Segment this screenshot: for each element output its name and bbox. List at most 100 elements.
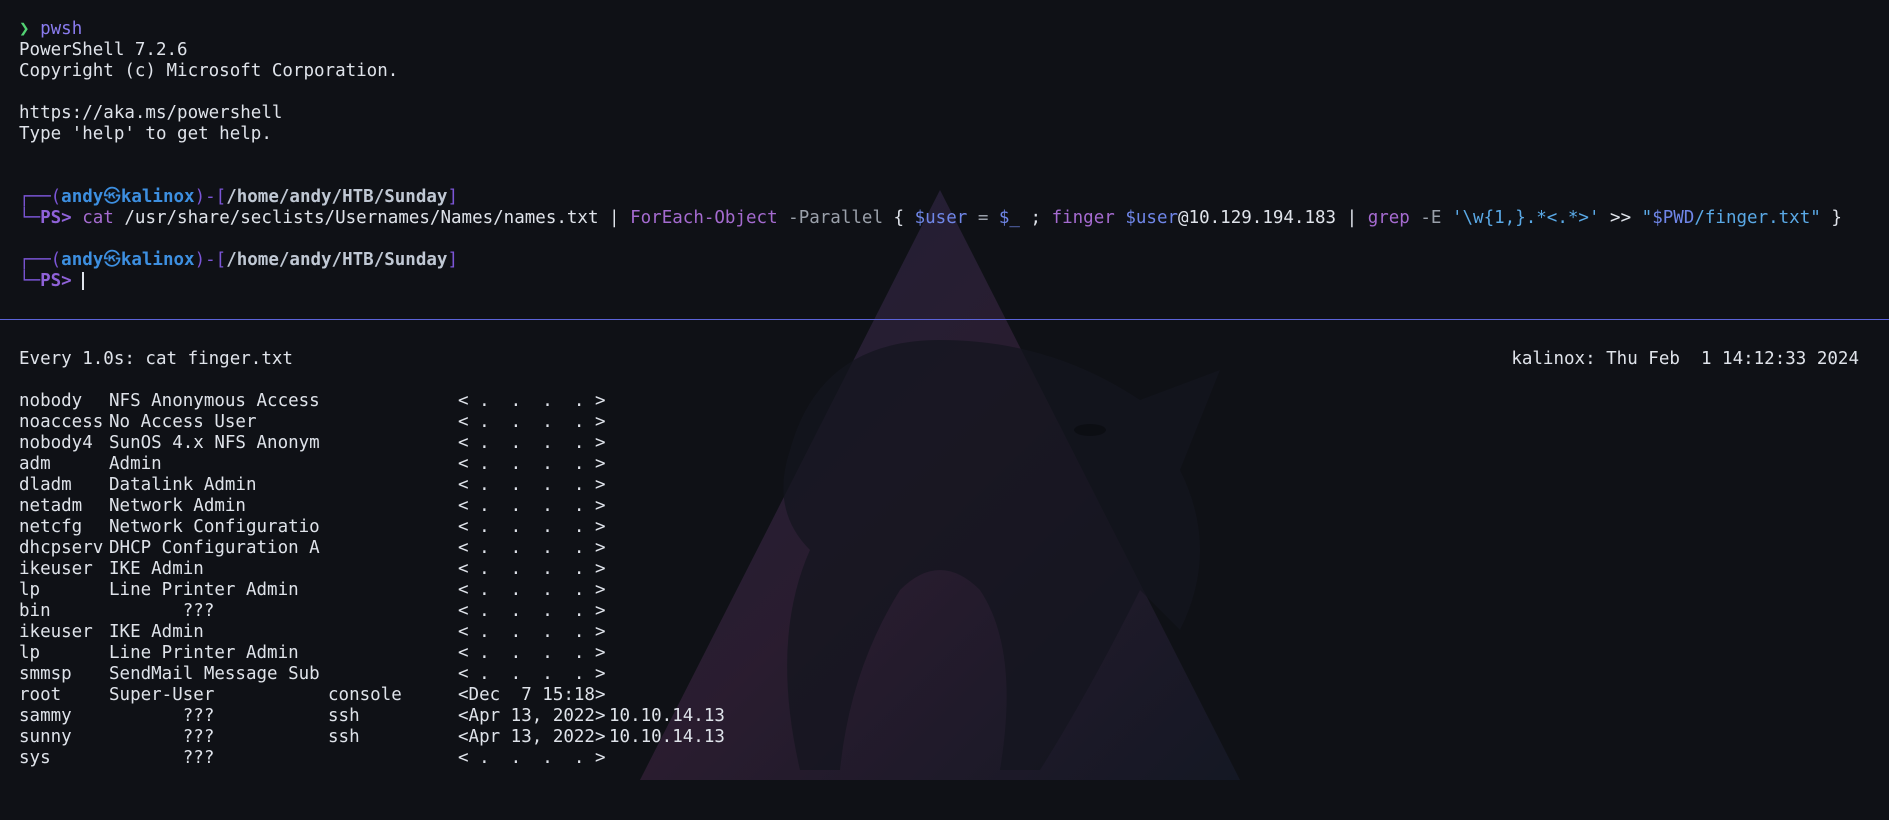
command-token: finger: [1051, 208, 1115, 228]
finger-idle: <Apr 13, 2022>: [458, 727, 606, 747]
finger-name: SendMail Message Sub: [109, 664, 320, 684]
command-token: /usr/share/seclists/Usernames/Names/name…: [113, 208, 631, 228]
command-token: /finger.txt": [1694, 208, 1821, 228]
finger-idle: < . . . . >: [458, 496, 606, 516]
finger-idle: <Dec 7 15:18>: [458, 685, 606, 705]
command-token: $user: [1125, 208, 1179, 228]
command-token: cat: [82, 208, 114, 228]
finger-login: sunny: [19, 727, 72, 747]
finger-name: ???: [109, 748, 215, 768]
finger-name: NFS Anonymous Access: [109, 391, 320, 411]
prompt-at-icon: ㉿: [103, 250, 121, 270]
finger-where: 10.10.14.13: [609, 706, 725, 726]
command-token: $_: [998, 208, 1020, 228]
finger-idle: < . . . . >: [458, 664, 606, 684]
finger-idle: <Apr 13, 2022>: [458, 706, 606, 726]
finger-idle: < . . . . >: [458, 454, 606, 474]
finger-idle: < . . . . >: [458, 643, 606, 663]
command-token: -Parallel: [777, 208, 883, 228]
finger-name: Line Printer Admin: [109, 580, 299, 600]
startup-output-line: PowerShell 7.2.6: [19, 40, 188, 60]
finger-login: nobody4: [19, 433, 93, 453]
watch-header-clock: kalinox: Thu Feb 1 14:12:33 2024: [1511, 349, 1859, 369]
command-token: >>: [1599, 208, 1642, 228]
command-token: @10.129.194.183 |: [1178, 208, 1368, 228]
finger-idle: < . . . . >: [458, 391, 606, 411]
finger-login: dhcpserv: [19, 538, 104, 558]
finger-name: Network Configuratio: [109, 517, 320, 537]
finger-tty: ssh: [328, 706, 360, 726]
text-cursor[interactable]: [82, 272, 85, 290]
prompt-header: ┌──(andy㉿kalinox)-[/home/andy/HTB/Sunday…: [19, 250, 458, 271]
finger-idle: < . . . . >: [458, 517, 606, 537]
finger-name: Line Printer Admin: [109, 643, 299, 663]
pane-divider[interactable]: [0, 319, 1889, 320]
finger-name: SunOS 4.x NFS Anonym: [109, 433, 320, 453]
prompt-chevron-icon: ❯: [19, 19, 30, 39]
finger-name: ???: [109, 727, 215, 747]
finger-idle: < . . . . >: [458, 748, 606, 768]
prompt-user: andy: [61, 250, 104, 270]
finger-name: IKE Admin: [109, 559, 204, 579]
finger-login: lp: [19, 643, 41, 663]
command-token: ForEach-Object: [630, 208, 778, 228]
startup-command-line: ❯ pwsh: [19, 19, 82, 40]
prompt-path: /home/andy/HTB/Sunday: [226, 187, 448, 207]
finger-login: sys: [19, 748, 51, 768]
command-token: [1115, 208, 1126, 228]
command-token: ": [1641, 208, 1653, 228]
watch-header-command: Every 1.0s: cat finger.txt: [19, 349, 293, 369]
active-input-line[interactable]: └─PS>: [19, 271, 85, 292]
command-token: grep: [1367, 208, 1410, 228]
prompt-box-bottom: └─: [19, 271, 41, 291]
prompt-box-bottom: └─: [19, 208, 41, 228]
finger-login: nobody: [19, 391, 83, 411]
finger-name: ???: [109, 706, 215, 726]
prompt-host: kalinox: [120, 250, 195, 270]
command-line: └─PS> cat /usr/share/seclists/Usernames/…: [19, 208, 1842, 229]
command-token: ;: [1019, 208, 1052, 228]
finger-tty: console: [328, 685, 402, 705]
finger-login: ikeuser: [19, 622, 93, 642]
prompt-box-mid: )-[: [194, 187, 227, 207]
startup-command: pwsh: [40, 19, 83, 39]
finger-name: Super-User: [109, 685, 215, 705]
finger-login: sammy: [19, 706, 72, 726]
finger-tty: ssh: [328, 727, 360, 747]
finger-name: Admin: [109, 454, 162, 474]
finger-login: smmsp: [19, 664, 72, 684]
finger-login: bin: [19, 601, 51, 621]
startup-output-line: Copyright (c) Microsoft Corporation.: [19, 61, 399, 81]
command-token: '\w{1,}.*<.*>': [1441, 208, 1600, 228]
prompt-box-close: ]: [447, 250, 458, 270]
prompt-header: ┌──(andy㉿kalinox)-[/home/andy/HTB/Sunday…: [19, 187, 458, 208]
startup-output-line: https://aka.ms/powershell: [19, 103, 283, 123]
prompt-user: andy: [61, 187, 104, 207]
finger-idle: < . . . . >: [458, 559, 606, 579]
finger-name: IKE Admin: [109, 622, 204, 642]
command-token: $user: [914, 208, 968, 228]
command-token: =: [967, 208, 999, 228]
finger-idle: < . . . . >: [458, 580, 606, 600]
finger-name: No Access User: [109, 412, 257, 432]
finger-idle: < . . . . >: [458, 601, 606, 621]
command-token: }: [1820, 208, 1842, 228]
finger-name: ???: [109, 601, 215, 621]
finger-login: netadm: [19, 496, 83, 516]
finger-login: adm: [19, 454, 51, 474]
prompt-host: kalinox: [120, 187, 195, 207]
finger-name: DHCP Configuration A: [109, 538, 320, 558]
finger-name: Network Admin: [109, 496, 246, 516]
startup-output-line: Type 'help' to get help.: [19, 124, 272, 144]
finger-idle: < . . . . >: [458, 475, 606, 495]
ps-prompt: PS>: [40, 271, 72, 291]
command-text: cat /usr/share/seclists/Usernames/Names/…: [82, 208, 1842, 228]
finger-idle: < . . . . >: [458, 433, 606, 453]
prompt-box-top: ┌──(: [19, 250, 62, 270]
finger-login: root: [19, 685, 62, 705]
prompt-at-icon: ㉿: [103, 187, 121, 207]
command-token: -E: [1409, 208, 1442, 228]
prompt-box-mid: )-[: [194, 250, 227, 270]
finger-login: ikeuser: [19, 559, 93, 579]
finger-login: dladm: [19, 475, 72, 495]
